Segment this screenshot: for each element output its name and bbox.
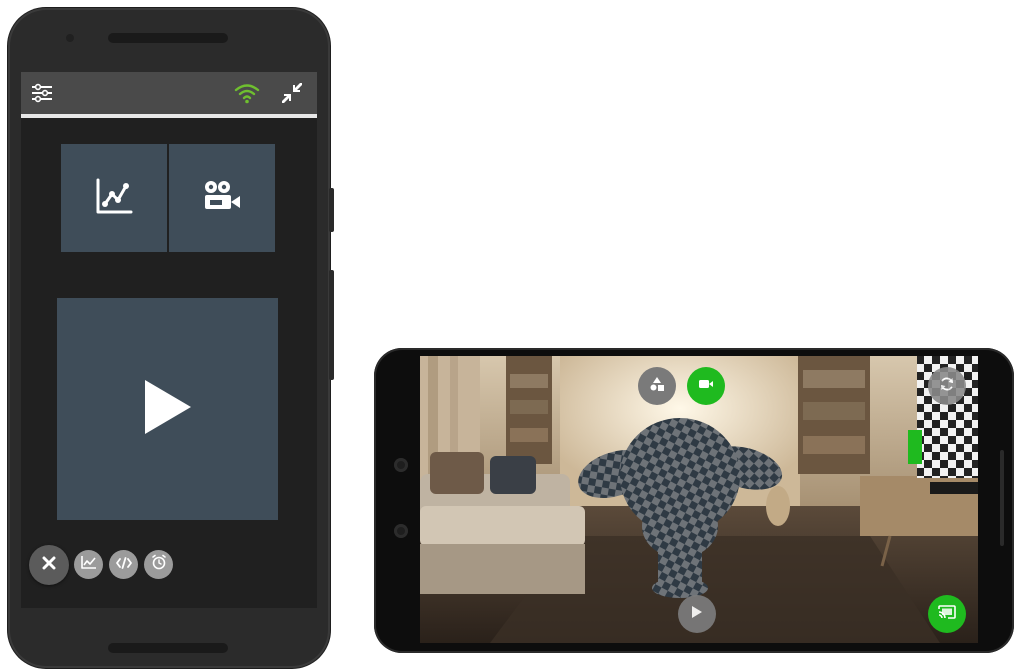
rotate-icon: [939, 376, 955, 397]
alarm-clock-icon: [151, 554, 167, 575]
side-button: [1000, 450, 1004, 546]
chart-line-icon: [94, 176, 134, 221]
volume-rocker: [329, 270, 334, 380]
record-video-button[interactable]: [687, 367, 725, 405]
close-button[interactable]: [29, 545, 69, 585]
portrait-phone: [8, 8, 334, 668]
video-camera-icon: [202, 180, 242, 217]
front-camera: [66, 34, 74, 42]
code-icon: [115, 556, 132, 574]
chart-button[interactable]: [74, 550, 103, 579]
cast-button[interactable]: [928, 595, 966, 633]
collapse-arrows-icon[interactable]: [280, 81, 304, 105]
close-icon: [42, 556, 56, 575]
app-toolbar: [21, 72, 317, 118]
play-panel[interactable]: [57, 298, 278, 520]
ar-play-button[interactable]: [678, 595, 716, 633]
switch-camera-button[interactable]: [928, 367, 966, 405]
code-button[interactable]: [109, 550, 138, 579]
shapes-button[interactable]: [638, 367, 676, 405]
play-icon: [691, 605, 703, 624]
wifi-icon: [234, 81, 260, 105]
shapes-icon: [649, 376, 665, 397]
tile-chart[interactable]: [61, 144, 167, 252]
play-icon: [143, 378, 193, 441]
power-button: [329, 188, 334, 232]
landscape-phone: [374, 348, 1014, 653]
front-sensor: [394, 524, 408, 538]
filter-sliders-icon[interactable]: [30, 81, 54, 105]
front-camera: [394, 458, 408, 472]
earpiece-speaker: [108, 33, 228, 43]
cast-icon: [938, 604, 956, 624]
bottom-speaker: [108, 643, 228, 653]
tile-video[interactable]: [169, 144, 275, 252]
chart-icon: [80, 555, 97, 574]
ar-camera-view[interactable]: [420, 356, 978, 643]
video-record-icon: [698, 377, 714, 395]
mode-tiles: [61, 144, 275, 252]
portrait-screen: [21, 72, 317, 608]
alarm-button[interactable]: [144, 550, 173, 579]
